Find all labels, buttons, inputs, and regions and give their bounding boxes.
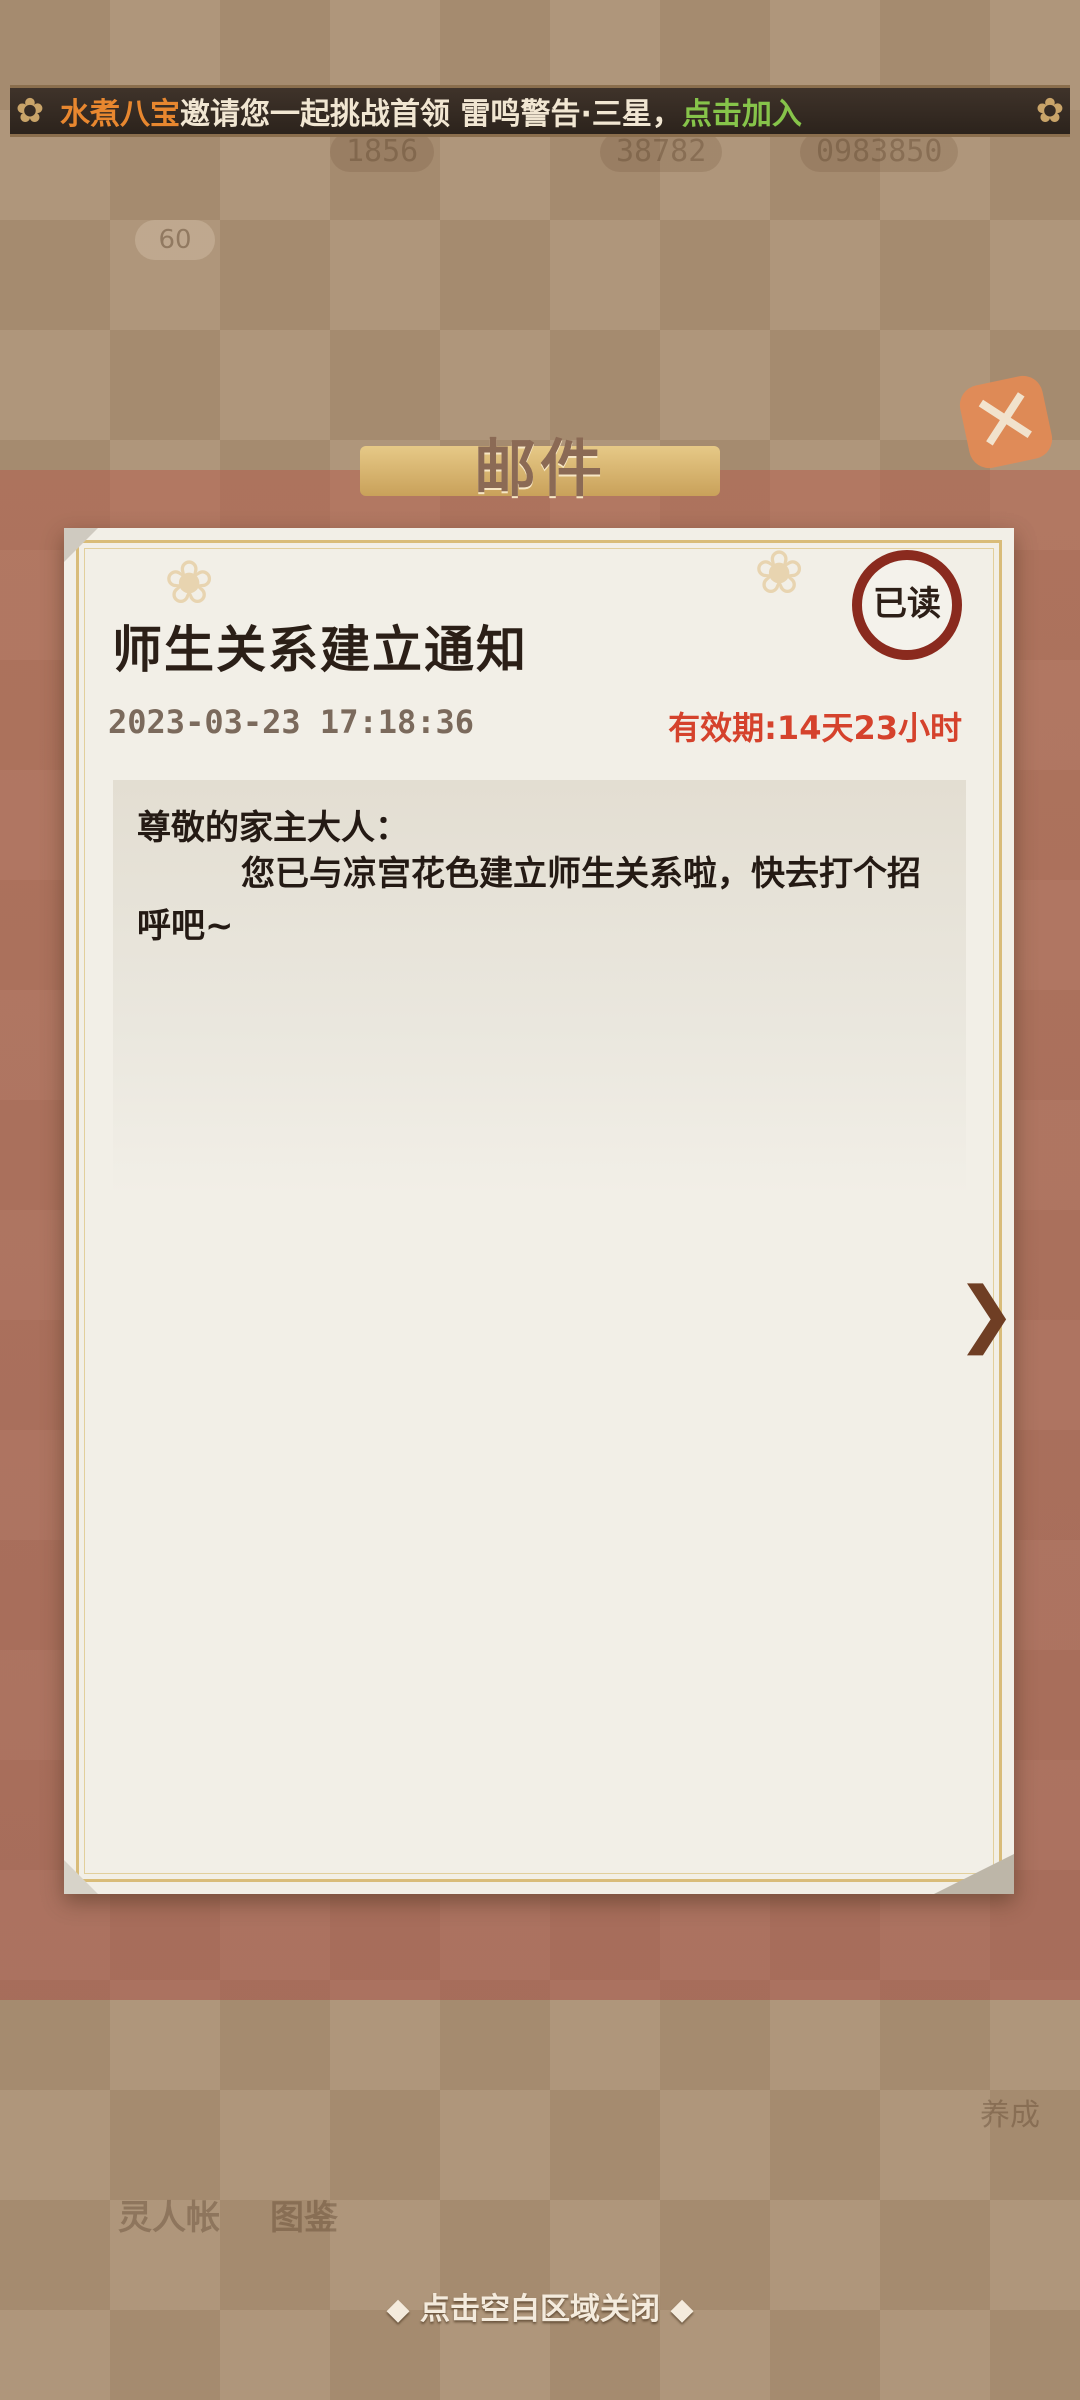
marquee-message: 邀请您一起挑战首领 雷鸣警告·三星，	[180, 97, 682, 132]
dialog-title: 邮件	[473, 432, 606, 505]
read-status-label: 已读	[873, 584, 941, 624]
close-icon[interactable]: ✕	[956, 368, 1056, 473]
sakura-decoration-icon: ❀	[164, 548, 215, 618]
next-arrow-icon[interactable]: ❯	[956, 1277, 1016, 1349]
close-hint: ◆ 点击空白区域关闭 ◆	[386, 2292, 694, 2327]
mail-expiry: 有效期:14天23小时	[668, 709, 962, 747]
mail-date: 2023-03-23 17:18:36	[108, 703, 475, 741]
mail-subject: 师生关系建立通知	[112, 620, 528, 679]
sakura-icon: ✿	[15, 91, 45, 131]
page-fold-bottom-left	[64, 1860, 98, 1894]
marquee-player-name: 水煮八宝	[60, 97, 180, 132]
sakura-decoration-icon: ❀	[754, 538, 805, 608]
join-link[interactable]: 点击加入	[682, 97, 802, 132]
page-fold-bottom-right	[934, 1854, 1014, 1894]
dialog-title-banner: 邮件	[300, 400, 780, 530]
mail-greeting: 尊敬的家主大人：	[137, 808, 409, 848]
sakura-icon: ✿	[1035, 91, 1065, 131]
read-status-stamp: 已读	[852, 550, 962, 660]
invite-marquee[interactable]: ✿ 水煮八宝邀请您一起挑战首领 雷鸣警告·三星，点击加入 ✿	[10, 85, 1070, 137]
mail-content: 您已与凉宫花色建立师生关系啦，快去打个招呼吧~	[137, 854, 921, 946]
page-fold-top-left	[64, 528, 98, 562]
marquee-text: 水煮八宝邀请您一起挑战首领 雷鸣警告·三星，点击加入	[50, 89, 1030, 133]
